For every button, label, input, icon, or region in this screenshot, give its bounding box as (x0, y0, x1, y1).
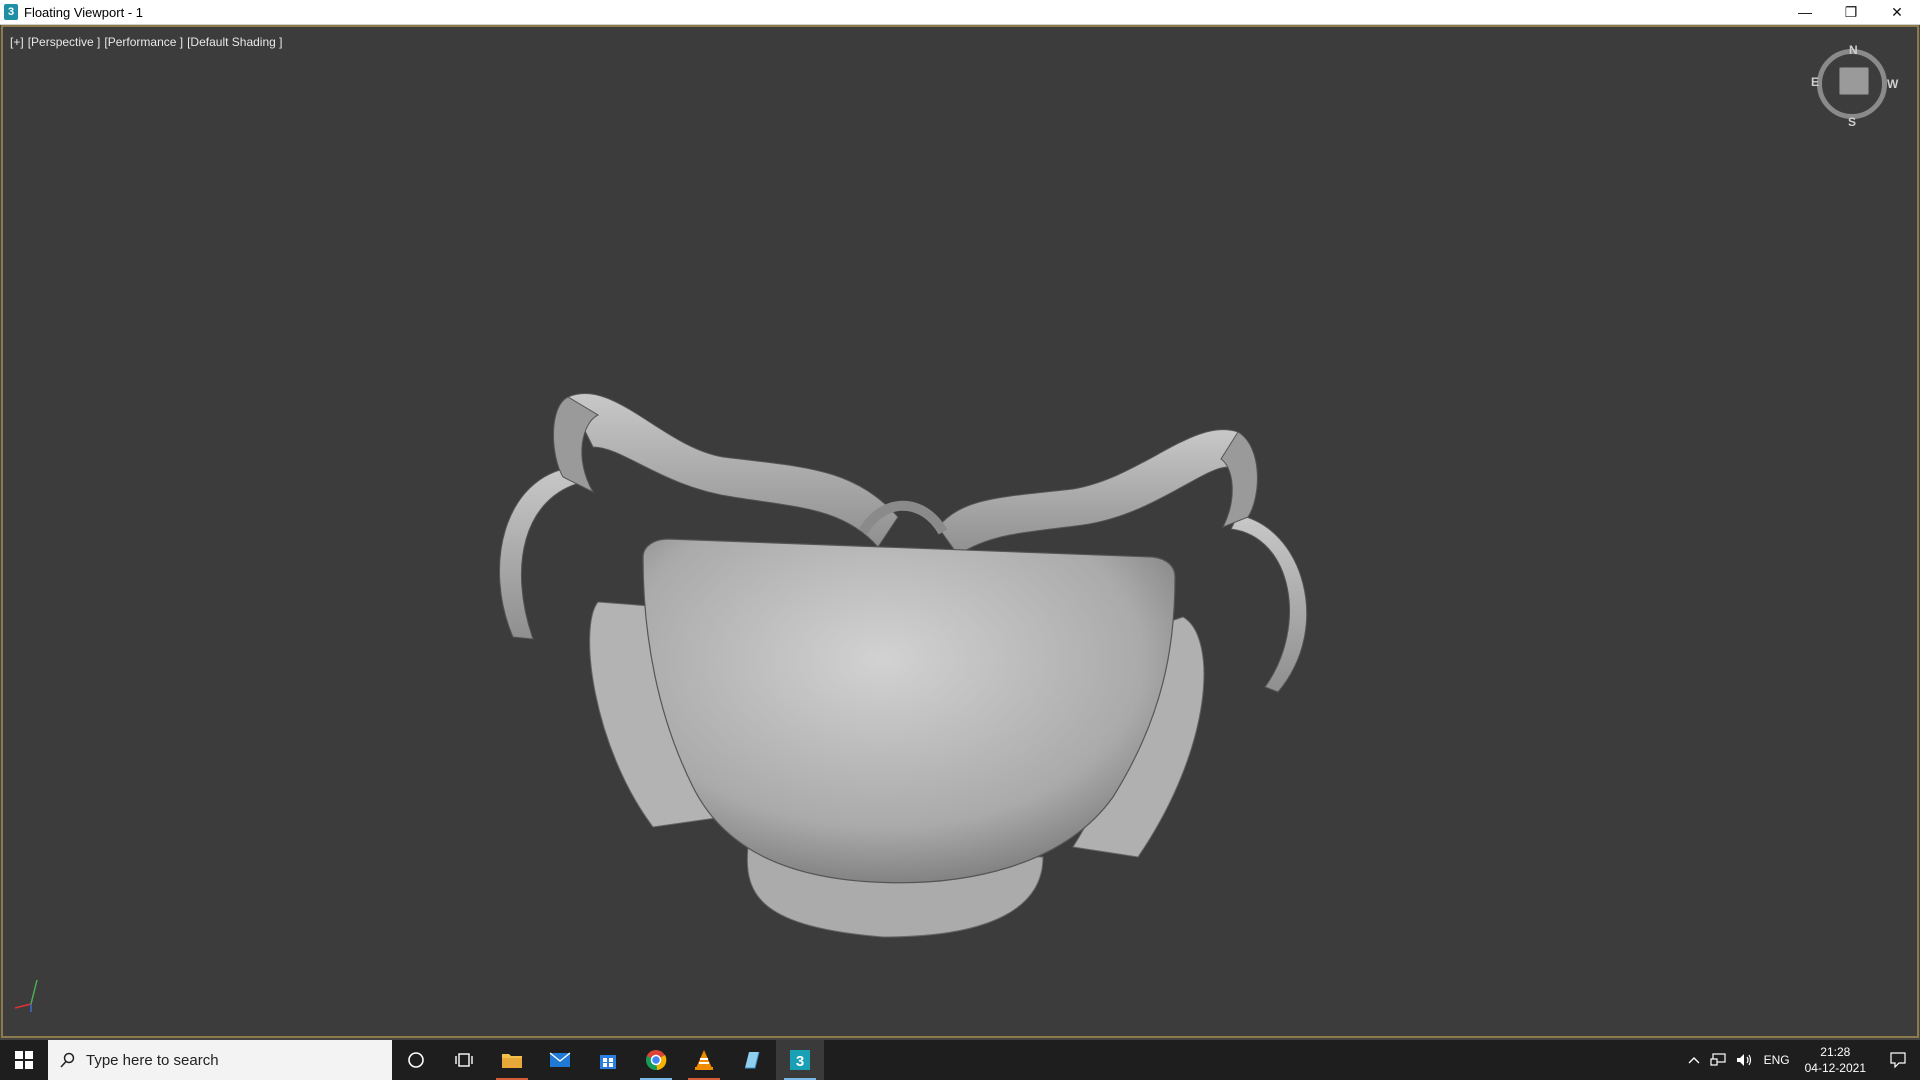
start-button[interactable] (0, 1040, 48, 1080)
chrome-button[interactable] (632, 1040, 680, 1080)
action-center-button[interactable] (1876, 1040, 1920, 1080)
network-icon (1709, 1053, 1726, 1066)
3ds-max-icon: 3 (790, 1050, 810, 1070)
notepad-icon (745, 1051, 760, 1069)
taskbar: Type here to search 3 ENG 21:28 04-12-20… (0, 1040, 1920, 1080)
vlc-button[interactable] (680, 1040, 728, 1080)
compass-north[interactable]: N (1849, 43, 1858, 57)
window-title: Floating Viewport - 1 (24, 4, 143, 20)
chevron-up-icon (1688, 1057, 1700, 1064)
store-button[interactable] (584, 1040, 632, 1080)
mail-button[interactable] (536, 1040, 584, 1080)
file-explorer-button[interactable] (488, 1040, 536, 1080)
task-view-icon (455, 1053, 473, 1067)
system-tray: ENG 21:28 04-12-2021 (1683, 1040, 1920, 1080)
compass-west[interactable]: W (1887, 77, 1898, 91)
shading-label[interactable]: [Default Shading ] (187, 35, 282, 49)
3ds-max-icon[interactable]: 3 (4, 4, 18, 20)
compass-east[interactable]: E (1811, 75, 1819, 89)
volume-button[interactable] (1731, 1040, 1759, 1080)
notepad-button[interactable] (728, 1040, 776, 1080)
volume-icon (1736, 1054, 1751, 1066)
search-placeholder[interactable]: Type here to search (86, 1052, 219, 1069)
clock-time: 21:28 (1820, 1045, 1851, 1059)
search-icon (60, 1052, 75, 1068)
restore-button[interactable]: ❐ (1828, 0, 1874, 24)
title-bar: 3 Floating Viewport - 1 — ❐ ✕ (0, 0, 1920, 25)
3ds-max-taskbar-button[interactable]: 3 (776, 1040, 824, 1080)
vlc-icon (695, 1050, 713, 1070)
file-explorer-icon (502, 1054, 522, 1068)
point-of-view-label[interactable]: [Perspective ] (28, 35, 101, 49)
viewport-label-bar: [+] [Perspective ] [Performance ] [Defau… (10, 35, 283, 49)
close-button[interactable]: ✕ (1874, 0, 1920, 24)
minimize-button[interactable]: — (1782, 0, 1828, 24)
viewport-menu-button[interactable]: [+] (10, 35, 24, 49)
taskbar-search-box[interactable]: Type here to search (48, 1040, 392, 1080)
language-indicator[interactable]: ENG (1759, 1040, 1795, 1080)
floating-viewport[interactable]: [+] [Perspective ] [Performance ] [Defau… (1, 25, 1919, 1038)
cortana-icon (408, 1052, 424, 1068)
notification-icon (1890, 1052, 1906, 1068)
backpack-model[interactable] (3, 27, 1917, 1036)
svg-text:3: 3 (796, 1053, 804, 1070)
store-icon (600, 1055, 616, 1069)
show-hidden-icons-button[interactable] (1683, 1040, 1705, 1080)
chrome-icon (646, 1050, 667, 1071)
viewcube[interactable]: N S E W (1811, 43, 1899, 131)
network-button[interactable] (1705, 1040, 1731, 1080)
start-icon (15, 1051, 33, 1069)
task-view-button[interactable] (440, 1040, 488, 1080)
window-controls: — ❐ ✕ (1782, 0, 1920, 24)
viewcube-face[interactable] (1839, 67, 1869, 95)
clock-date: 04-12-2021 (1804, 1061, 1866, 1075)
mail-icon (549, 1052, 571, 1067)
cortana-button[interactable] (392, 1040, 440, 1080)
axis-tripod-icon (14, 979, 38, 1012)
clock[interactable]: 21:28 04-12-2021 (1795, 1044, 1876, 1076)
compass-south[interactable]: S (1848, 115, 1856, 129)
performance-label[interactable]: [Performance ] (104, 35, 183, 49)
